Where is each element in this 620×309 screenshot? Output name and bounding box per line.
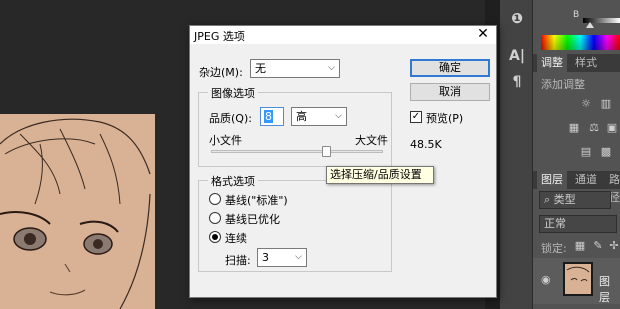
- radio-baseline-label[interactable]: 基线("标准"): [225, 192, 288, 208]
- quality-slider-thumb[interactable]: [321, 146, 331, 157]
- brush-icon[interactable]: ✎: [591, 240, 605, 252]
- matte-label: 杂边(M):: [199, 66, 243, 79]
- radio-baseline-optimized[interactable]: [209, 212, 221, 224]
- info-icon[interactable]: ❶: [507, 9, 527, 29]
- layer-thumbnail: [563, 262, 593, 296]
- right-panels: B 调整 样式 添加调整 ☼ ▥ ▦ ⚖ ▣ ▤ ▩ 图层 通道 路径 ⌕ 类型…: [533, 0, 620, 309]
- scans-select[interactable]: 3 ⌵: [257, 248, 307, 267]
- photo-filter-icon[interactable]: ▩: [599, 146, 613, 158]
- scans-value: 3: [262, 251, 269, 264]
- channel-b-label: B: [573, 10, 580, 20]
- quality-value: 8: [264, 110, 273, 123]
- quality-tooltip: 选择压缩/品质设置: [326, 166, 434, 184]
- close-icon[interactable]: ✕: [474, 26, 492, 44]
- quality-slider-track[interactable]: [211, 150, 383, 153]
- panel-icon-dock: ❶ A| ¶: [500, 0, 533, 309]
- tab-styles[interactable]: 样式: [571, 54, 601, 72]
- chevron-down-icon: ⌵: [295, 252, 302, 262]
- paragraph-icon[interactable]: ¶: [507, 72, 527, 92]
- tab-adjustments[interactable]: 调整: [537, 54, 567, 72]
- radio-baseline[interactable]: [209, 193, 221, 205]
- dialog-title: JPEG 选项: [194, 30, 245, 43]
- color-spectrum[interactable]: [541, 35, 620, 50]
- manga-artwork: [0, 114, 155, 309]
- eye-icon[interactable]: ◉: [541, 273, 551, 286]
- blend-mode-select[interactable]: 正常: [539, 215, 617, 233]
- format-options-title: 格式选项: [208, 173, 258, 189]
- matte-select[interactable]: 无 ⌵: [250, 59, 340, 78]
- tab-layers[interactable]: 图层: [537, 171, 567, 189]
- levels-icon[interactable]: ▥: [599, 98, 613, 110]
- quality-input[interactable]: 8: [260, 107, 284, 126]
- color-panel: B: [533, 0, 620, 54]
- add-adjustment-label: 添加调整: [541, 78, 585, 91]
- type-icon[interactable]: A|: [507, 46, 527, 66]
- quality-label: 品质(Q):: [209, 112, 252, 125]
- scans-label: 扫描:: [225, 254, 251, 267]
- chevron-down-icon: ⌵: [335, 111, 342, 121]
- exposure-icon[interactable]: ▣: [605, 122, 619, 134]
- radio-baseline-optimized-label[interactable]: 基线已优化: [225, 211, 280, 227]
- layers-tabs: 图层 通道 路径: [533, 171, 620, 204]
- search-icon: ⌕: [544, 193, 551, 206]
- brightness-icon[interactable]: ☼: [579, 98, 593, 110]
- image-options-group: 图像选项 品质(Q): 8 高 ⌵ 小文件 大文件: [198, 85, 392, 167]
- jpeg-options-dialog: JPEG 选项 ✕ 杂边(M): 无 ⌵ 确定 取消 ✓ 预览(P) 48.5K…: [189, 25, 497, 298]
- balance-icon[interactable]: ⚖: [587, 122, 601, 134]
- matte-value: 无: [255, 62, 266, 75]
- layer-name[interactable]: 图层: [599, 273, 620, 305]
- preview-checkbox[interactable]: ✓: [410, 111, 422, 123]
- radio-progressive[interactable]: [209, 231, 221, 243]
- cancel-button[interactable]: 取消: [410, 83, 490, 101]
- vibrance-icon[interactable]: ▤: [579, 146, 593, 158]
- small-file-label: 小文件: [209, 134, 242, 147]
- curves-icon[interactable]: ▦: [567, 122, 581, 134]
- quality-preset-value: 高: [296, 110, 307, 123]
- radio-progressive-label[interactable]: 连续: [225, 230, 247, 246]
- ok-button[interactable]: 确定: [410, 59, 490, 77]
- adjustments-tabs: 调整 样式: [533, 54, 620, 72]
- quality-preset-select[interactable]: 高 ⌵: [291, 107, 347, 126]
- large-file-label: 大文件: [355, 134, 388, 147]
- move-lock-icon[interactable]: ✢: [607, 240, 620, 252]
- layer-filter-select[interactable]: ⌕ 类型: [539, 191, 611, 209]
- lock-label: 锁定:: [541, 242, 567, 255]
- file-size-readout: 48.5K: [410, 138, 442, 151]
- preview-label[interactable]: 预览(P): [426, 110, 463, 126]
- chevron-down-icon: ⌵: [328, 63, 335, 73]
- lock-transparent-icon[interactable]: ▦: [573, 240, 587, 252]
- image-options-title: 图像选项: [208, 85, 258, 101]
- layer-filter-value: 类型: [553, 193, 576, 206]
- format-options-group: 格式选项 基线("标准") 基线已优化 连续 扫描: 3 ⌵: [198, 173, 392, 272]
- b-slider-handle[interactable]: [586, 22, 594, 28]
- dialog-titlebar[interactable]: JPEG 选项 ✕: [190, 26, 496, 44]
- tab-channels[interactable]: 通道: [571, 171, 601, 189]
- layer-row[interactable]: ◉ 图层: [533, 258, 620, 304]
- tab-paths[interactable]: 路径: [605, 171, 620, 204]
